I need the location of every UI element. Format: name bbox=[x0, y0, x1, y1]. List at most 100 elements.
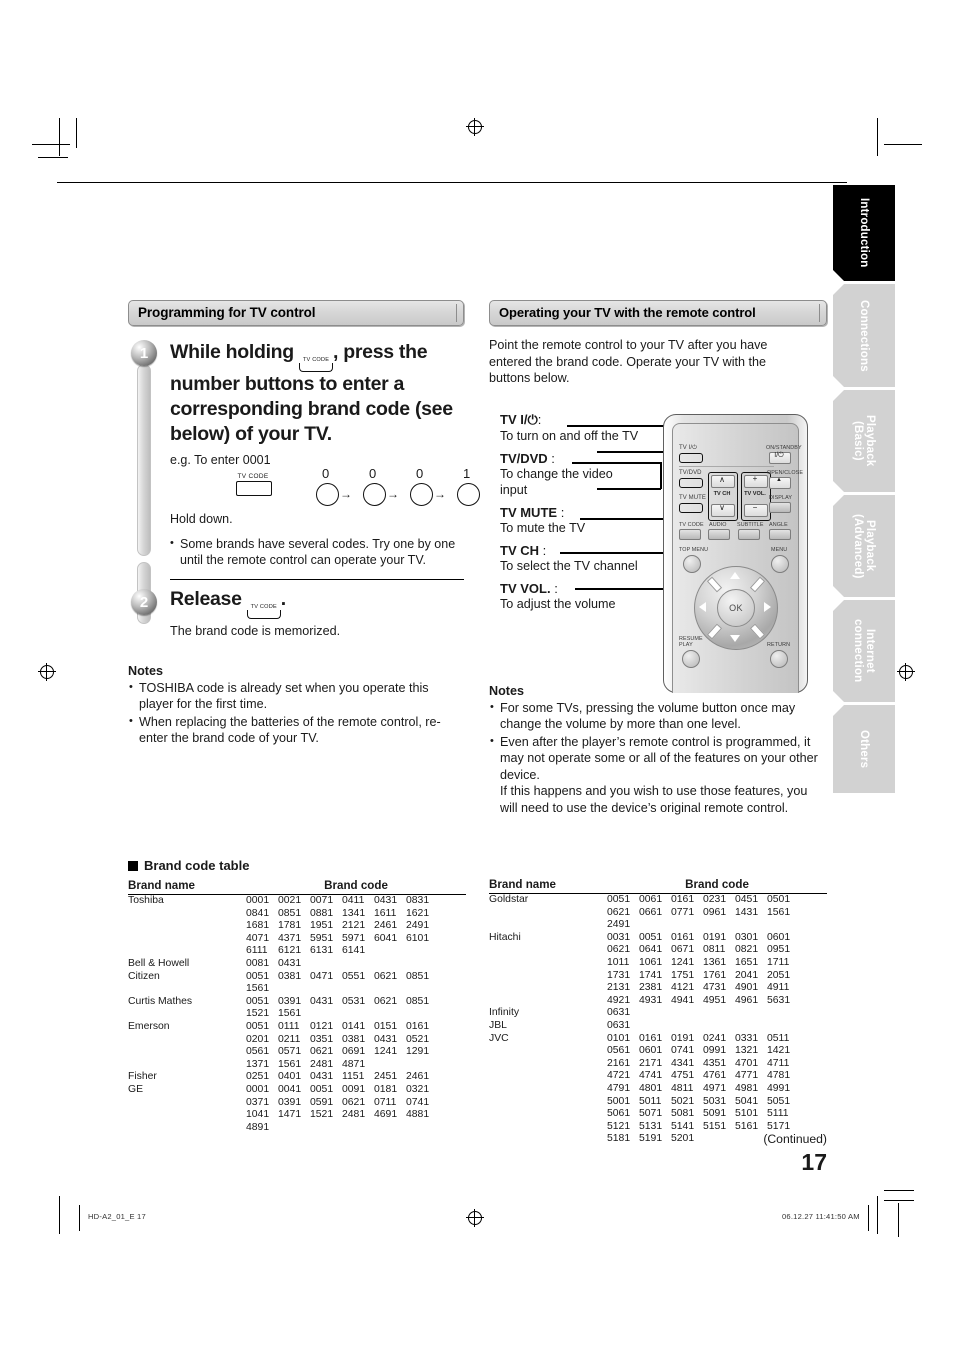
brand-code: 5121 bbox=[607, 1120, 631, 1132]
brand-code: 5111 bbox=[767, 1108, 789, 1120]
left-column: Programming for TV control 1 While holdi… bbox=[128, 300, 480, 747]
sidebar-item-playback-advanced[interactable]: Playback (Advanced) bbox=[833, 495, 895, 597]
brand-code: 5181 bbox=[607, 1133, 631, 1145]
brand-code-cell: 0101 0161 0191 0241 0331 0511 0561 0601 0741 0991… bbox=[607, 1033, 827, 1146]
brand-code: 6041 bbox=[374, 932, 398, 944]
sidebar-item-label: Connections bbox=[858, 299, 870, 372]
number-button-circle bbox=[410, 483, 433, 506]
remote-button-display[interactable] bbox=[769, 502, 791, 513]
brand-code: 1561 bbox=[246, 983, 270, 995]
remote-button-return[interactable] bbox=[770, 650, 788, 668]
remote-button-resume-play[interactable] bbox=[682, 650, 700, 668]
brand-code: 0741 bbox=[671, 1045, 695, 1057]
sidebar-item-introduction[interactable]: Introduction bbox=[833, 185, 895, 281]
sidebar-item-playback-basic[interactable]: Playback (Basic) bbox=[833, 390, 895, 492]
sidebar-item-others[interactable]: Others bbox=[833, 705, 895, 793]
brand-code: 4711 bbox=[767, 1057, 790, 1069]
brand-code: 1341 bbox=[342, 907, 366, 919]
brand-code: 4871 bbox=[342, 1058, 366, 1070]
brand-code: 0161 bbox=[639, 1032, 663, 1044]
brand-code: 0161 bbox=[671, 894, 695, 905]
remote-button-top-menu[interactable] bbox=[683, 555, 701, 573]
note-item: TOSHIBA code is already set when you ope… bbox=[128, 679, 464, 713]
remote-label-audio: AUDIO bbox=[709, 522, 727, 528]
crop-mark bbox=[76, 118, 77, 148]
brand-code: 6141 bbox=[342, 945, 366, 957]
callout-desc: To mute the TV bbox=[500, 521, 586, 535]
remote-label-angle: ANGLE bbox=[769, 522, 788, 528]
right-notes-list: For some TVs, pressing the volume button… bbox=[489, 699, 827, 817]
brand-code: 2451 bbox=[374, 1071, 398, 1083]
remote-button-subtitle[interactable] bbox=[738, 529, 760, 540]
brand-code: 5031 bbox=[703, 1095, 727, 1107]
table-row: GE 0001 0041 0051 0091 0181 0321 0371 0391 0591 06… bbox=[128, 1084, 466, 1134]
sidebar-item-connections[interactable]: Connections bbox=[833, 284, 895, 387]
plus-icon: + bbox=[752, 474, 758, 483]
brand-code: 4781 bbox=[767, 1070, 791, 1082]
brand-name-cell: Goldstar bbox=[489, 894, 529, 905]
brand-code: 0321 bbox=[406, 1083, 430, 1095]
crop-mark bbox=[868, 1205, 869, 1231]
remote-button-audio[interactable] bbox=[708, 529, 730, 540]
brand-code: 5061 bbox=[607, 1108, 631, 1120]
remote-button-ok[interactable]: OK bbox=[717, 589, 755, 627]
remote-divider bbox=[679, 466, 774, 467]
brand-code: 0531 bbox=[342, 995, 366, 1007]
callout-name: TV/DVD bbox=[500, 451, 548, 466]
remote-button-tv-code[interactable] bbox=[679, 529, 701, 540]
callout-name: TV CH bbox=[500, 543, 539, 558]
brand-code: 2491 bbox=[406, 920, 430, 932]
callout-colon: : bbox=[554, 581, 558, 596]
table-row: Citizen 0051 0381 0471 0551 0621 0851 1561 bbox=[128, 971, 466, 996]
remote-label-on-standby: ON/STANDBY bbox=[766, 445, 802, 451]
print-file-id: HD-A2_01_E 17 bbox=[88, 1212, 146, 1221]
brand-code: 4801 bbox=[639, 1082, 663, 1094]
crop-mark bbox=[884, 1200, 914, 1201]
brand-code: 0601 bbox=[639, 1045, 663, 1057]
step-2-heading: Release TV CODE. bbox=[170, 587, 464, 619]
remote-button-tv-dvd[interactable] bbox=[679, 478, 703, 488]
brand-code: 4941 bbox=[671, 994, 695, 1006]
sidebar-item-internet-connection[interactable]: Internet connection bbox=[833, 600, 895, 702]
remote-button-tv-mute[interactable] bbox=[679, 503, 703, 513]
remote-label-tv-vol: TV VOL. bbox=[744, 491, 766, 497]
brand-code: 0711 bbox=[374, 1096, 397, 1108]
brand-code: 4951 bbox=[703, 994, 727, 1006]
brand-code-rows-left: Toshiba 0001 0021 0071 0411 0431 0831 0841 0851 0… bbox=[128, 895, 466, 1135]
step-number-badge: 2 bbox=[131, 589, 157, 615]
brand-code-table-left-wrap: Brand code table Brand name Brand code T… bbox=[128, 858, 466, 1134]
brand-code: 0431 bbox=[374, 895, 398, 906]
registration-mark-bottom bbox=[466, 1209, 484, 1227]
brand-code: 1681 bbox=[246, 920, 270, 932]
brand-code: 0391 bbox=[278, 995, 302, 1007]
brand-code: 6121 bbox=[278, 945, 302, 957]
remote-button-menu[interactable] bbox=[771, 555, 789, 573]
left-notes-title: Notes bbox=[128, 663, 163, 678]
brand-code: 0851 bbox=[406, 995, 430, 1007]
brand-code: 0811 bbox=[703, 944, 726, 956]
brand-name-cell: JVC bbox=[489, 1032, 509, 1044]
leader-line-tv-dvd bbox=[572, 462, 661, 464]
brand-code: 1751 bbox=[671, 969, 695, 981]
brand-code: 0051 bbox=[607, 894, 631, 905]
brand-code: 4351 bbox=[703, 1057, 727, 1069]
brand-code: 0211 bbox=[278, 1033, 301, 1045]
remote-label-tv-mute: TV MUTE bbox=[679, 495, 707, 501]
brand-code: 4371 bbox=[278, 932, 302, 944]
operating-intro: Point the remote control to your TV afte… bbox=[489, 338, 768, 385]
brand-code: 1651 bbox=[735, 956, 759, 968]
brand-code: 4981 bbox=[735, 1082, 759, 1094]
step-1-bullet: Some brands have several codes. Try one … bbox=[170, 535, 464, 568]
brand-code: 0621 bbox=[607, 906, 631, 918]
note-item: Even after the player’s remote control i… bbox=[489, 733, 827, 817]
brand-code: 0161 bbox=[406, 1020, 430, 1032]
brand-code: 0851 bbox=[406, 970, 430, 982]
brand-code: 0001 bbox=[246, 895, 270, 906]
remote-button-tv-power[interactable] bbox=[679, 453, 703, 463]
brand-code-rows-right: Goldstar 0051 0061 0161 0231 0451 0501 0621 0661… bbox=[489, 894, 827, 1146]
brand-code: 0671 bbox=[671, 944, 695, 956]
digit-label: 0 bbox=[416, 466, 424, 481]
remote-button-angle[interactable] bbox=[769, 529, 791, 540]
callout-name: TV VOL. bbox=[500, 581, 551, 596]
brand-code: 2051 bbox=[767, 969, 791, 981]
